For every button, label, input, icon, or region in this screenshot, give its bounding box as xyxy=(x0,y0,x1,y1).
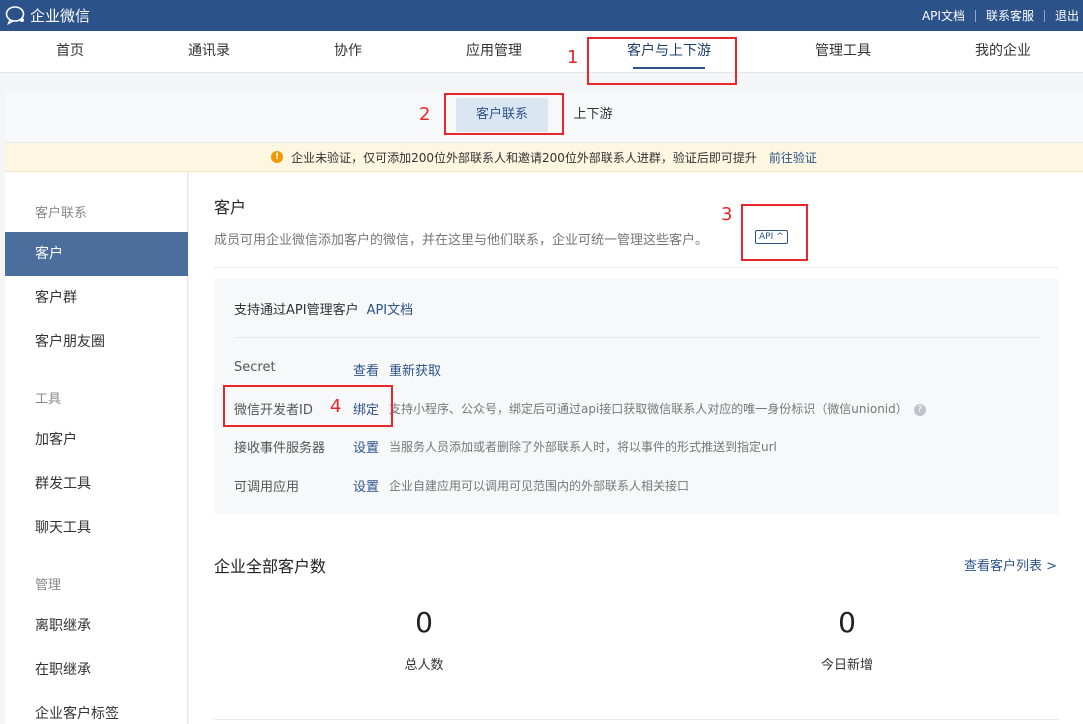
nav-collaboration[interactable]: 协作 xyxy=(298,31,398,73)
main-content: 客户 成员可用企业微信添加客户的微信，并在这里与他们联系，企业可统一管理这些客户… xyxy=(189,172,1083,724)
annotation-number-3: 3 xyxy=(721,204,733,225)
annotation-box-2 xyxy=(444,93,564,135)
logout-link[interactable]: 退出 xyxy=(1045,7,1083,24)
top-links: API文档 联系客服 退出 xyxy=(912,0,1083,31)
sidebar-item-chat-tool[interactable]: 聊天工具 xyxy=(5,506,188,550)
warning-icon: ! xyxy=(271,151,284,163)
sidebar-item-resigned-inheritance[interactable]: 离职继承 xyxy=(5,604,188,648)
verification-notice: ! 企业未验证，仅可添加200位外部联系人和邀请200位外部联系人进群，验证后即… xyxy=(5,143,1083,172)
sidebar-item-active-inheritance[interactable]: 在职继承 xyxy=(5,648,188,692)
regenerate-secret-link[interactable]: 重新获取 xyxy=(389,360,441,379)
api-docs-link[interactable]: API文档 xyxy=(912,7,975,24)
callable-apps-label: 可调用应用 xyxy=(234,480,300,495)
nav-app-management[interactable]: 应用管理 xyxy=(444,31,544,73)
developer-id-description: 支持小程序、公众号，绑定后可通过api接口获取微信联系人对应的唯一身份标识（微信… xyxy=(389,400,926,417)
view-secret-link[interactable]: 查看 xyxy=(353,360,379,379)
annotation-number-2: 2 xyxy=(419,104,431,125)
event-server-label: 接收事件服务器 xyxy=(234,441,326,456)
nav-my-enterprise[interactable]: 我的企业 xyxy=(953,31,1053,73)
help-icon[interactable]: ? xyxy=(913,403,926,416)
top-bar: 企业微信 API文档 联系客服 退出 xyxy=(0,0,1083,31)
sidebar-item-customer-tags[interactable]: 企业客户标签 xyxy=(5,692,188,724)
wecom-logo-icon xyxy=(5,6,25,25)
divider xyxy=(214,267,1059,268)
sidebar-group-title: 客户联系 xyxy=(35,206,88,221)
sidebar-item-moments[interactable]: 客户朋友圈 xyxy=(5,320,188,364)
tab-upstream-downstream[interactable]: 上下游 xyxy=(568,98,618,132)
page-title: 客户 xyxy=(214,198,247,217)
callable-apps-description: 企业自建应用可以调用可见范围内的外部联系人相关接口 xyxy=(389,479,690,493)
api-heading-text: 支持通过API管理客户 xyxy=(234,303,359,318)
nav-management-tools[interactable]: 管理工具 xyxy=(793,31,893,73)
view-customer-list-link[interactable]: 查看客户列表 > xyxy=(964,555,1057,574)
new-today-value: 0 xyxy=(838,606,856,639)
main-nav: 首页 通讯录 协作 应用管理 客户与上下游 管理工具 我的企业 xyxy=(0,31,1083,73)
sidebar: 客户联系 客户 客户群 客户朋友圈 工具 加客户 群发工具 聊天工具 管理 离职… xyxy=(5,172,188,724)
api-docs-inline-link[interactable]: API文档 xyxy=(367,303,414,318)
annotation-number-4: 4 xyxy=(330,396,342,417)
logo[interactable]: 企业微信 xyxy=(5,5,90,25)
divider xyxy=(214,719,1059,720)
annotation-box-3 xyxy=(741,204,808,261)
sidebar-item-add-customer[interactable]: 加客户 xyxy=(5,418,188,462)
secret-label: Secret xyxy=(234,360,276,375)
annotation-box-1 xyxy=(587,37,737,85)
logo-text: 企业微信 xyxy=(30,6,91,25)
divider xyxy=(234,337,1040,338)
customer-count-title: 企业全部客户数 xyxy=(214,557,327,576)
notice-text: 企业未验证，仅可添加200位外部联系人和邀请200位外部联系人进群，验证后即可提… xyxy=(291,150,757,165)
developer-id-description-text: 支持小程序、公众号，绑定后可通过api接口获取微信联系人对应的唯一身份标识（微信… xyxy=(389,402,908,416)
page-description: 成员可用企业微信添加客户的微信，并在这里与他们联系，企业可统一管理这些客户。 xyxy=(214,233,709,248)
verify-link[interactable]: 前往验证 xyxy=(769,149,817,166)
sidebar-group-title: 工具 xyxy=(35,392,62,407)
sidebar-item-broadcast-tool[interactable]: 群发工具 xyxy=(5,462,188,506)
total-customers-label: 总人数 xyxy=(404,658,444,673)
event-server-settings-link[interactable]: 设置 xyxy=(353,437,379,456)
new-today-label: 今日新增 xyxy=(820,658,873,673)
total-customers-value: 0 xyxy=(415,606,433,639)
annotation-number-1: 1 xyxy=(567,47,579,68)
contact-support-link[interactable]: 联系客服 xyxy=(976,7,1044,24)
api-panel-heading: 支持通过API管理客户 API文档 xyxy=(234,299,413,318)
annotation-box-4 xyxy=(223,385,393,427)
sidebar-item-customer-groups[interactable]: 客户群 xyxy=(5,276,188,320)
nav-contacts[interactable]: 通讯录 xyxy=(159,31,259,73)
callable-apps-settings-link[interactable]: 设置 xyxy=(353,476,379,495)
sidebar-group-title: 管理 xyxy=(35,578,62,593)
sidebar-item-customers[interactable]: 客户 xyxy=(5,232,188,276)
nav-home[interactable]: 首页 xyxy=(20,31,120,73)
event-server-description: 当服务人员添加或者删除了外部联系人时，将以事件的形式推送到指定url xyxy=(389,440,777,454)
